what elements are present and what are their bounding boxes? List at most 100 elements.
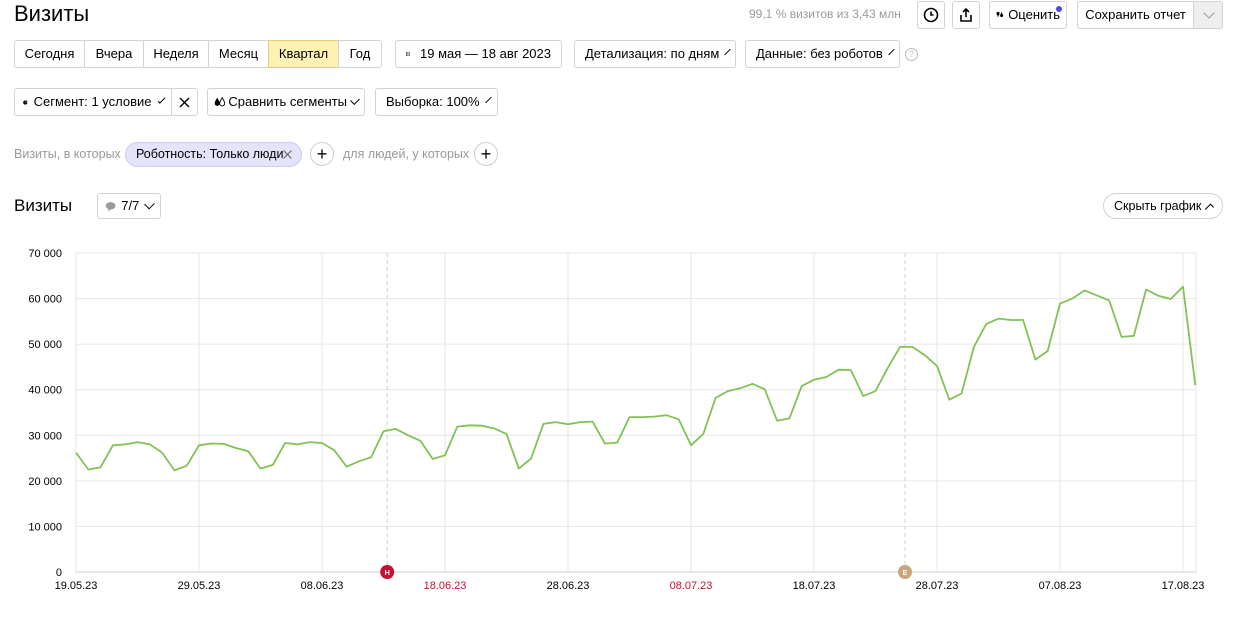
data-point — [1071, 298, 1073, 300]
data-point — [924, 354, 926, 356]
x-tick-label: 07.08.23 — [1039, 580, 1082, 592]
clock-icon — [923, 7, 939, 23]
help-icon[interactable]: ? — [905, 48, 918, 61]
data-point — [1108, 299, 1110, 301]
x-tick-label: 17.08.23 — [1162, 580, 1205, 592]
data-point — [727, 390, 729, 392]
segment-button[interactable]: Сегмент: 1 условие — [14, 88, 172, 116]
detail-select[interactable]: Детализация: по дням — [574, 40, 736, 68]
data-select-label: Данные: без роботов — [756, 46, 883, 61]
y-tick-label: 10 000 — [28, 521, 62, 533]
chevron-up-icon — [1205, 203, 1215, 213]
y-tick-label: 60 000 — [28, 294, 62, 306]
tab-year[interactable]: Год — [338, 40, 382, 68]
people-filter-prefix: для людей, у которых — [343, 147, 470, 161]
data-point — [75, 452, 77, 454]
data-point — [137, 441, 139, 443]
compare-segments-button[interactable]: Сравнить сегменты — [207, 88, 365, 116]
x-tick-label: 08.07.23 — [670, 580, 713, 592]
chart-title: Визиты — [14, 196, 73, 215]
data-point — [616, 442, 618, 444]
event-marker — [898, 565, 913, 579]
data-point — [530, 458, 532, 460]
visits-series-line — [75, 285, 1197, 472]
annotations-button[interactable]: 7/7 — [97, 193, 161, 219]
chevron-down-icon — [888, 48, 895, 56]
data-point — [702, 433, 704, 435]
rate-button[interactable]: Оценить — [989, 1, 1067, 29]
data-point — [579, 421, 581, 423]
data-point — [752, 383, 754, 385]
tab-yesterday[interactable]: Вчера — [84, 40, 144, 68]
data-point — [395, 428, 397, 430]
event-marker-letter: Н — [384, 568, 389, 577]
data-point — [1096, 294, 1098, 296]
data-point — [555, 421, 557, 423]
close-icon — [179, 97, 190, 107]
data-point — [973, 346, 975, 348]
data-point — [173, 469, 175, 471]
data-point — [370, 456, 372, 458]
date-range-button[interactable]: 19 мая — 18 авг 2023 — [395, 40, 562, 68]
data-point — [1010, 319, 1012, 321]
x-tick-label: 18.07.23 — [793, 580, 836, 592]
compare-segments-label: Сравнить сегменты — [228, 94, 348, 109]
data-point — [592, 421, 594, 423]
share-icon — [960, 7, 972, 22]
data-point — [493, 427, 495, 429]
export-button[interactable] — [952, 1, 980, 29]
data-point — [961, 392, 963, 394]
data-select[interactable]: Данные: без роботов — [745, 40, 900, 68]
data-point — [764, 388, 766, 390]
add-visit-condition-button[interactable]: + — [310, 142, 334, 166]
data-point — [887, 367, 889, 369]
data-point — [235, 447, 237, 449]
tab-quarter[interactable]: Квартал — [268, 40, 339, 68]
data-point — [862, 395, 864, 397]
filter-tag[interactable]: Роботность: Только люди — [125, 142, 302, 167]
data-point — [1157, 295, 1159, 297]
data-point — [1182, 286, 1184, 288]
save-report-dropdown[interactable] — [1193, 1, 1223, 29]
data-point — [1133, 335, 1135, 337]
data-point — [186, 465, 188, 467]
history-button[interactable] — [917, 1, 945, 29]
segment-label: Сегмент: 1 условие — [33, 94, 152, 109]
sample-select[interactable]: Выборка: 100% — [375, 88, 498, 116]
sample-select-label: Выборка: 100% — [386, 94, 480, 109]
save-report-label: Сохранить отчет — [1085, 7, 1186, 22]
data-point — [284, 442, 286, 444]
data-point — [198, 444, 200, 446]
x-tick-label: 18.06.23 — [424, 580, 467, 592]
hide-chart-label: Скрыть график — [1114, 199, 1202, 213]
data-point — [825, 376, 827, 378]
filter-tag-label: Роботность: Только люди — [136, 147, 284, 161]
drops-icon — [214, 96, 226, 107]
close-icon[interactable] — [283, 150, 292, 159]
data-point — [112, 444, 114, 446]
data-point — [1121, 336, 1123, 338]
segment-clear-button[interactable] — [171, 88, 198, 116]
data-point — [948, 399, 950, 401]
data-point — [678, 418, 680, 420]
save-report-button[interactable]: Сохранить отчет — [1077, 1, 1194, 29]
tab-today[interactable]: Сегодня — [14, 40, 85, 68]
sampling-info: 99,1 % визитов из 3,43 млн — [749, 7, 901, 21]
comment-icon — [105, 201, 116, 211]
data-point — [161, 452, 163, 454]
add-people-condition-button[interactable]: + — [474, 142, 498, 166]
data-point — [506, 433, 508, 435]
date-range-label: 19 мая — 18 авг 2023 — [420, 46, 551, 61]
y-tick-label: 20 000 — [28, 476, 62, 488]
data-point — [1022, 319, 1024, 321]
tab-month[interactable]: Месяц — [208, 40, 269, 68]
chevron-down-icon — [157, 95, 166, 105]
data-point — [899, 346, 901, 348]
notification-dot — [1055, 5, 1063, 13]
data-point — [309, 441, 311, 443]
hide-chart-button[interactable]: Скрыть график — [1103, 193, 1223, 219]
data-point — [333, 449, 335, 451]
tab-week[interactable]: Неделя — [143, 40, 209, 68]
x-tick-label: 28.07.23 — [916, 580, 959, 592]
y-tick-label: 70 000 — [28, 248, 62, 260]
